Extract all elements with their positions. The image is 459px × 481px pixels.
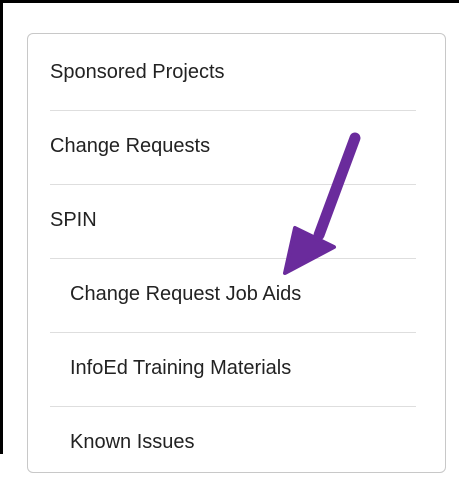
menu-item-label: Change Request Job Aids [70,283,302,305]
menu-item-label: SPIN [50,209,97,231]
menu-item-known-issues[interactable]: Known Issues [50,407,416,481]
side-navigation-menu: Sponsored Projects Change Requests SPIN … [27,33,446,473]
menu-item-label: Sponsored Projects [50,61,225,83]
menu-item-change-request-job-aids[interactable]: Change Request Job Aids [50,259,416,333]
menu-item-change-requests[interactable]: Change Requests [50,111,416,185]
menu-item-spin[interactable]: SPIN [50,185,416,259]
menu-item-infoed-training-materials[interactable]: InfoEd Training Materials [50,333,416,407]
screenshot-frame: Sponsored Projects Change Requests SPIN … [0,0,459,473]
menu-item-label: InfoEd Training Materials [70,357,292,379]
menu-item-label: Known Issues [70,431,195,453]
menu-item-label: Change Requests [50,135,211,157]
menu-item-sponsored-projects[interactable]: Sponsored Projects [50,37,416,111]
